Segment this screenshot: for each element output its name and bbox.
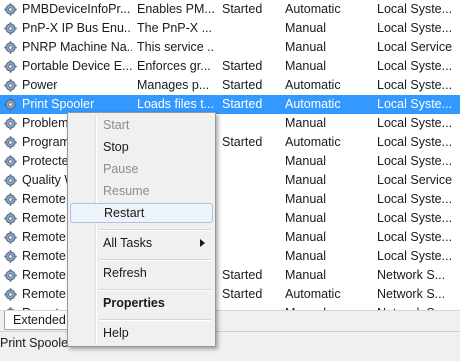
all-tasks-label: All Tasks: [103, 236, 153, 250]
gear-icon: [4, 155, 17, 168]
service-startup-type: Automatic: [285, 287, 341, 301]
service-startup-type: Automatic: [285, 2, 341, 16]
service-startup-type: Manual: [285, 211, 326, 225]
gear-icon: [4, 250, 17, 263]
gear-icon: [4, 98, 17, 111]
service-description: Enforces gr...: [137, 59, 211, 73]
menu-item-refresh[interactable]: Refresh: [70, 263, 213, 283]
service-startup-type: Automatic: [285, 135, 341, 149]
gear-icon: [4, 60, 17, 73]
service-startup-type: Automatic: [285, 78, 341, 92]
status-text: Print Spooler: [0, 336, 73, 350]
service-log-on-as: Local Syste...: [377, 78, 453, 92]
menu-separator: [99, 319, 211, 321]
service-startup-type: Manual: [285, 59, 326, 73]
service-log-on-as: Network S...: [377, 268, 446, 282]
service-log-on-as: Local Syste...: [377, 97, 453, 111]
service-log-on-as: Local Syste...: [377, 249, 453, 263]
service-name: Portable Device E...: [22, 59, 132, 73]
gear-icon: [4, 212, 17, 225]
menu-item-start[interactable]: Start: [70, 115, 213, 135]
service-row[interactable]: Power Manages p... Started Automatic Loc…: [0, 76, 460, 95]
service-name: Power: [22, 78, 58, 92]
service-log-on-as: Local Syste...: [377, 21, 453, 35]
chevron-right-icon: [200, 239, 205, 247]
service-row[interactable]: PMBDeviceInfoPr... Enables PM... Started…: [0, 0, 460, 19]
service-startup-type: Manual: [285, 192, 326, 206]
service-startup-type: Manual: [285, 116, 326, 130]
service-log-on-as: Local Syste...: [377, 230, 453, 244]
service-status: Started: [222, 268, 263, 282]
gear-icon: [4, 288, 17, 301]
menu-item-help[interactable]: Help: [70, 323, 213, 343]
gear-icon: [4, 117, 17, 130]
service-description: Manages p...: [137, 78, 210, 92]
service-log-on-as: Local Syste...: [377, 116, 453, 130]
menu-separator: [99, 289, 211, 291]
service-name: PNRP Machine Na...: [22, 40, 132, 54]
gear-icon: [4, 79, 17, 92]
service-startup-type: Manual: [285, 268, 326, 282]
menu-item-restart[interactable]: Restart: [70, 203, 213, 223]
gear-icon: [4, 193, 17, 206]
service-startup-type: Manual: [285, 154, 326, 168]
menu-separator: [99, 229, 211, 231]
service-log-on-as: Local Service: [377, 40, 453, 54]
service-status: Started: [222, 78, 263, 92]
menu-item-properties[interactable]: Properties: [70, 293, 213, 313]
service-log-on-as: Local Syste...: [377, 2, 453, 16]
service-log-on-as: Local Service: [377, 173, 453, 187]
service-startup-type: Manual: [285, 21, 326, 35]
context-menu: Start Stop Pause Resume Restart All Task…: [67, 112, 216, 347]
menu-item-pause[interactable]: Pause: [70, 159, 213, 179]
service-name: PnP-X IP Bus Enu...: [22, 21, 132, 35]
menu-separator: [99, 259, 211, 261]
service-status: Started: [222, 2, 263, 16]
gear-icon: [4, 136, 17, 149]
service-log-on-as: Local Syste...: [377, 59, 453, 73]
service-row[interactable]: PnP-X IP Bus Enu... The PnP-X ... Manual…: [0, 19, 460, 38]
tab-extended[interactable]: Extended: [4, 311, 75, 330]
gear-icon: [4, 174, 17, 187]
service-status: Started: [222, 135, 263, 149]
service-description: The PnP-X ...: [137, 21, 213, 35]
service-startup-type: Automatic: [285, 97, 341, 111]
menu-item-stop[interactable]: Stop: [70, 137, 213, 157]
service-log-on-as: Local Syste...: [377, 192, 453, 206]
gear-icon: [4, 269, 17, 282]
gear-icon: [4, 22, 17, 35]
service-status: Started: [222, 59, 263, 73]
service-startup-type: Manual: [285, 173, 326, 187]
service-row[interactable]: Portable Device E... Enforces gr... Star…: [0, 57, 460, 76]
menu-item-resume[interactable]: Resume: [70, 181, 213, 201]
service-log-on-as: Local Syste...: [377, 154, 453, 168]
service-description: Enables PM...: [137, 2, 215, 16]
gear-icon: [4, 231, 17, 244]
gear-icon: [4, 3, 17, 16]
service-startup-type: Manual: [285, 230, 326, 244]
gear-icon: [4, 41, 17, 54]
service-startup-type: Manual: [285, 40, 326, 54]
service-row[interactable]: PNRP Machine Na... This service ... Manu…: [0, 38, 460, 57]
service-name: PMBDeviceInfoPr...: [22, 2, 131, 16]
menu-item-all-tasks[interactable]: All Tasks: [70, 233, 213, 253]
service-status: Started: [222, 287, 263, 301]
service-description: This service ...: [137, 40, 215, 54]
service-log-on-as: Network S...: [377, 287, 446, 301]
service-log-on-as: Local Syste...: [377, 135, 453, 149]
service-startup-type: Manual: [285, 249, 326, 263]
service-log-on-as: Local Syste...: [377, 211, 453, 225]
service-status: Started: [222, 97, 263, 111]
